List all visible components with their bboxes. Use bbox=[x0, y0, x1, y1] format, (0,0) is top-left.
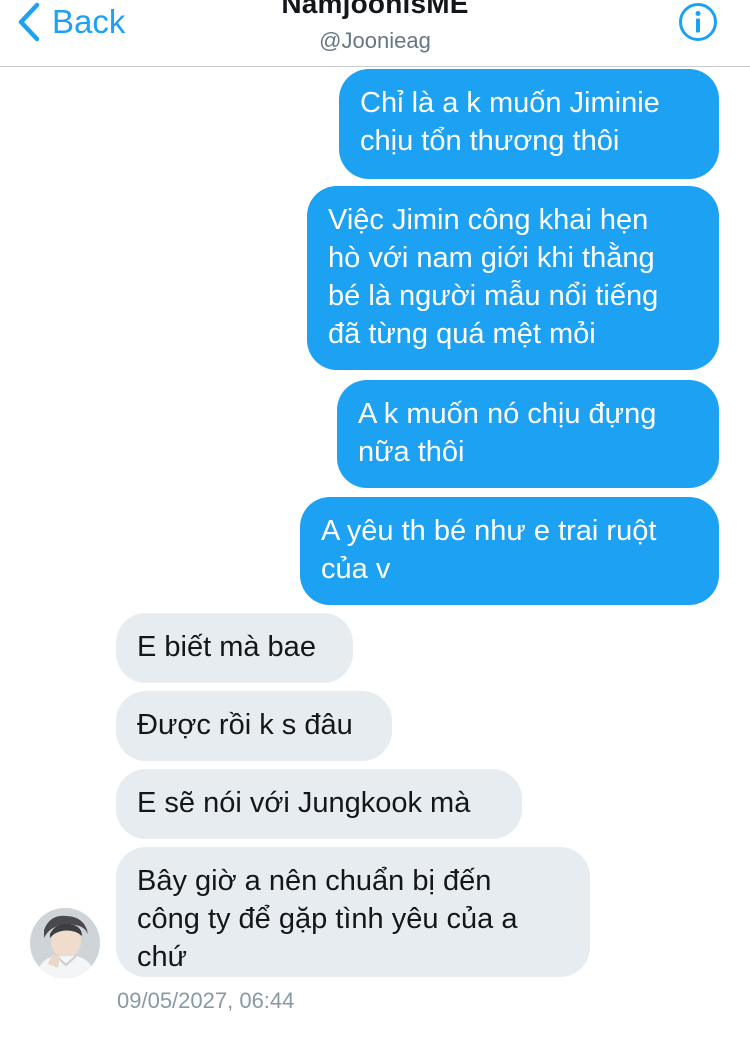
incoming-message-bubble[interactable]: E biết mà bae bbox=[116, 613, 353, 683]
sender-avatar[interactable] bbox=[30, 908, 100, 978]
message-timestamp: 09/05/2027, 06:44 bbox=[117, 988, 295, 1013]
conversation-header: Back NamjoonisME @Joonieag bbox=[0, 0, 750, 67]
outgoing-message-bubble[interactable]: A k muốn nó chịu đựng nữa thôi bbox=[337, 380, 719, 488]
incoming-message-bubble[interactable]: Được rồi k s đâu bbox=[116, 691, 392, 761]
conversation-title: NamjoonisME bbox=[281, 0, 469, 19]
incoming-message-bubble[interactable]: E sẽ nói với Jungkook mà bbox=[116, 769, 522, 839]
outgoing-message-bubble[interactable]: A yêu th bé như e trai ruột của v bbox=[300, 497, 719, 605]
outgoing-message-bubble[interactable]: Chỉ là a k muốn Jiminie chịu tổn thương t… bbox=[339, 69, 719, 179]
info-icon[interactable] bbox=[678, 2, 718, 42]
incoming-message-bubble[interactable]: Bây giờ a nên chuẩn bị đến công ty để gặp… bbox=[116, 847, 590, 977]
avatar-photo bbox=[30, 908, 100, 978]
conversation-handle: @Joonieag bbox=[319, 28, 431, 53]
outgoing-message-bubble[interactable]: Việc Jimin công khai hẹn hò với nam giới … bbox=[307, 186, 719, 370]
